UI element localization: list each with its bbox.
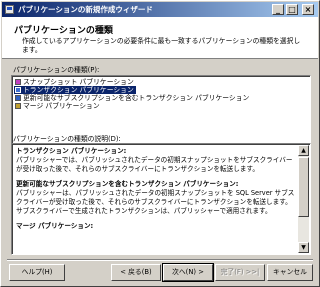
transactional-publication-icon (15, 87, 21, 93)
minimize-button[interactable]: _ (272, 4, 284, 15)
publication-type-label: パブリケーションの種類(P): (13, 66, 100, 74)
next-button[interactable]: 次へ(N) > (162, 263, 214, 282)
list-item-merge[interactable]: マージ パブリケーション (14, 102, 102, 110)
button-separator (7, 259, 313, 261)
updatable-publication-icon (15, 95, 21, 101)
page-title: パブリケーションの種類 (14, 26, 113, 36)
list-item-label: スナップショット パブリケーション (23, 78, 134, 86)
finish-button[interactable]: 完了(F) >>| (215, 264, 265, 281)
scroll-up-button[interactable]: ▲ (298, 145, 309, 156)
close-button[interactable]: × (302, 4, 314, 15)
back-button[interactable]: < 戻る(B) (111, 264, 161, 281)
page-description: 作成しているアプリケーションの必要条件に最も一致するパブリケーションの種類を選択… (22, 37, 301, 54)
wizard-header: パブリケーションの種類 作成しているアプリケーションの必要条件に最も一致するパブ… (2, 17, 318, 59)
maximize-button[interactable]: □ (286, 4, 298, 15)
title-bar[interactable]: パブリケーションの新規作成ウィザード _ □ × (2, 2, 318, 17)
merge-publication-icon (15, 103, 21, 109)
list-item-snapshot[interactable]: スナップショット パブリケーション (14, 78, 136, 86)
description-heading: 更新可能なサブスクリプションを含むトランザクション パブリケーション: (16, 180, 239, 188)
wizard-window: パブリケーションの新規作成ウィザード _ □ × パブリケーションの種類 作成し… (0, 0, 320, 287)
snapshot-publication-icon (15, 79, 21, 85)
vertical-scrollbar[interactable]: ▲ ▼ (298, 145, 309, 253)
scroll-down-button[interactable]: ▼ (298, 242, 309, 253)
description-box[interactable]: トランザクション パブリケーション: パブリッシャーでは、パブリッシュされたデー… (11, 143, 311, 255)
cancel-button[interactable]: キャンセル (267, 264, 313, 281)
list-item-updatable[interactable]: 更新可能なサブスクリプションを含むトランザクション パブリケーション (14, 94, 251, 102)
description-body: パブリッシャーでは、パブリッシュされたデータの初期スナップショットをサブスクライ… (16, 156, 293, 173)
list-item-label: 更新可能なサブスクリプションを含むトランザクション パブリケーション (23, 94, 250, 102)
list-item-label: トランザクション パブリケーション (23, 86, 134, 94)
scroll-thumb[interactable] (298, 157, 309, 217)
list-item-label: マージ パブリケーション (23, 102, 100, 110)
description-heading: トランザクション パブリケーション: (16, 147, 127, 155)
window-title: パブリケーションの新規作成ウィザード (18, 5, 153, 14)
description-body: パブリッシャーは、パブリッシュされたデータの初期スナップショットを SQL Se… (16, 189, 295, 215)
help-button[interactable]: ヘルプ(H) (9, 264, 65, 281)
description-heading: マージ パブリケーション: (16, 222, 94, 230)
wizard-app-icon (5, 5, 14, 14)
description-content: トランザクション パブリケーション: パブリッシャーでは、パブリッシュされたデー… (16, 147, 298, 231)
list-item-transactional[interactable]: トランザクション パブリケーション (14, 86, 136, 94)
description-label: パブリケーションの種類の説明(D): (13, 135, 121, 143)
